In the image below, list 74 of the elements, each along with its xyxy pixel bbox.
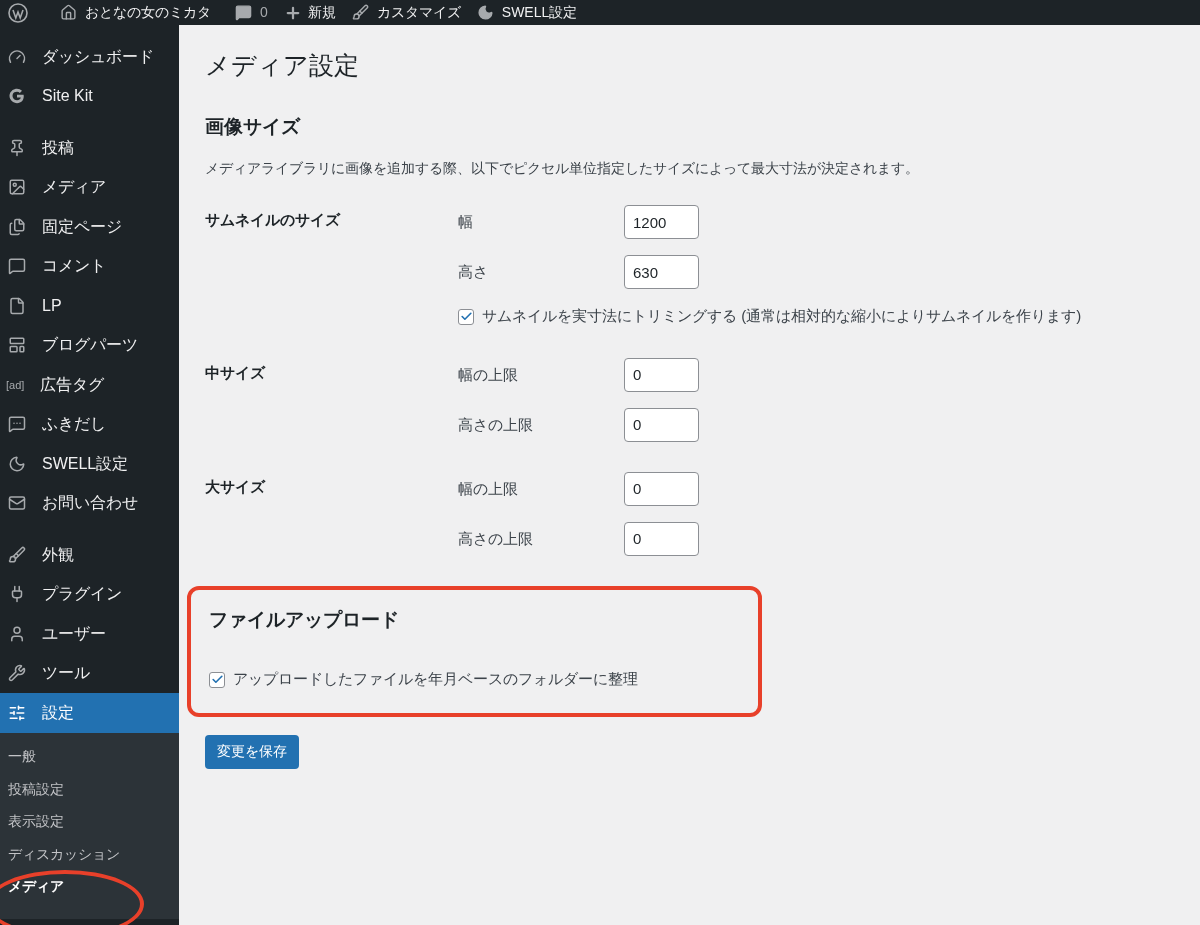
field-label: 幅 bbox=[458, 212, 474, 232]
sidebar-menu-item[interactable]: 外観 bbox=[0, 535, 179, 575]
site-name-link[interactable]: おとなの女のミカタ bbox=[85, 2, 211, 23]
wrench-icon bbox=[8, 664, 26, 683]
sidebar-menu-item[interactable]: ふきだし bbox=[0, 404, 179, 444]
sidebar-menu-item[interactable]: ダッシュボード bbox=[0, 37, 179, 77]
field-label: 高さの上限 bbox=[458, 414, 534, 435]
check-icon bbox=[210, 673, 224, 686]
number-input[interactable]: 630 bbox=[624, 255, 699, 290]
swell-settings-link[interactable]: SWELL設定 bbox=[501, 2, 578, 23]
sidebar-menu-item[interactable]: 設定 bbox=[0, 693, 179, 733]
speech-bubble-icon bbox=[8, 415, 26, 434]
sidebar-menu-item[interactable]: LP bbox=[0, 286, 179, 326]
sidebar-menu-item[interactable]: [ad] 広告タグ bbox=[0, 365, 179, 405]
number-input[interactable]: 1200 bbox=[624, 205, 699, 240]
dashboard-icon bbox=[8, 47, 26, 66]
sidebar-menu-item[interactable]: ブログパーツ bbox=[0, 325, 179, 365]
checkbox[interactable] bbox=[458, 308, 474, 325]
home-icon bbox=[60, 4, 77, 21]
brush-icon bbox=[351, 4, 369, 21]
customize-link[interactable]: カスタマイズ bbox=[376, 2, 461, 23]
submenu-item[interactable]: 投稿設定 bbox=[0, 773, 179, 806]
submenu-item[interactable]: 一般 bbox=[0, 740, 179, 773]
mail-icon bbox=[8, 494, 26, 513]
user-icon bbox=[8, 624, 26, 643]
checkbox-label: アップロードしたファイルを年月ベースのフォルダーに整理 bbox=[233, 669, 638, 690]
file-icon bbox=[8, 296, 26, 315]
page-title: メディア設定 bbox=[205, 50, 360, 81]
sidebar-menu-item[interactable]: プラグイン bbox=[0, 574, 179, 614]
field-label: 幅の上限 bbox=[458, 478, 519, 499]
field-label: 高さの上限 bbox=[458, 528, 534, 549]
field-label: 高さ bbox=[458, 262, 489, 282]
sidebar-menu-item[interactable]: ユーザー bbox=[0, 614, 179, 654]
section-heading: 画像サイズ bbox=[205, 114, 302, 139]
layout-icon bbox=[8, 336, 26, 355]
brush-icon bbox=[8, 545, 26, 564]
media-icon bbox=[8, 178, 26, 197]
sidebar-menu-item[interactable]: SWELL設定 bbox=[0, 444, 179, 484]
comment-icon bbox=[235, 4, 252, 21]
new-link[interactable]: 新規 bbox=[307, 2, 336, 23]
submenu-item[interactable]: メディア bbox=[0, 870, 179, 903]
sidebar-menu-item[interactable]: 投稿 bbox=[0, 128, 179, 168]
pin-icon bbox=[8, 138, 26, 157]
setting-label: サムネイルのサイズ bbox=[205, 210, 342, 231]
sidebar-menu-item[interactable]: コメント bbox=[0, 246, 179, 286]
submenu-item[interactable]: 表示設定 bbox=[0, 805, 179, 838]
sidebar-menu-item[interactable]: メディア bbox=[0, 167, 179, 207]
section-heading: ファイルアップロード bbox=[209, 607, 400, 632]
check-icon bbox=[459, 310, 473, 323]
sidebar-menu-item[interactable]: Site Kit bbox=[0, 76, 179, 116]
field-label: 幅の上限 bbox=[458, 364, 519, 385]
g-logo-icon bbox=[8, 87, 26, 106]
number-input[interactable]: 0 bbox=[624, 357, 699, 392]
ad-icon: [ad] bbox=[6, 376, 30, 393]
sidebar-menu-item[interactable]: ツール bbox=[0, 653, 179, 693]
number-input[interactable]: 0 bbox=[624, 471, 699, 506]
submenu-item[interactable]: ディスカッション bbox=[0, 838, 179, 871]
setting-label: 大サイズ bbox=[205, 476, 267, 497]
sidebar-menu-item[interactable]: 固定ページ bbox=[0, 207, 179, 247]
setting-label: 中サイズ bbox=[205, 362, 267, 383]
crescent-icon bbox=[8, 454, 26, 473]
number-input[interactable]: 0 bbox=[624, 407, 699, 442]
comment-icon bbox=[8, 257, 26, 276]
crescent-icon bbox=[476, 4, 494, 21]
sidebar-menu-item[interactable]: お問い合わせ bbox=[0, 483, 179, 523]
section-description: メディアライブラリに画像を追加する際、以下でピクセル単位指定したサイズによって最大寸法が決定されます。 bbox=[205, 160, 920, 178]
checkbox-label: サムネイルを実寸法にトリミングする (通常は相対的な縮小によりサムネイルを作ります) bbox=[482, 306, 1082, 327]
settings-icon bbox=[8, 703, 26, 722]
number-input[interactable]: 0 bbox=[624, 521, 699, 556]
pages-icon bbox=[8, 217, 26, 236]
save-button[interactable]: 変更を保存 bbox=[205, 734, 299, 769]
comment-count[interactable]: 0 bbox=[260, 2, 268, 23]
wordpress-logo-icon[interactable] bbox=[8, 2, 28, 23]
checkbox[interactable] bbox=[209, 671, 225, 688]
